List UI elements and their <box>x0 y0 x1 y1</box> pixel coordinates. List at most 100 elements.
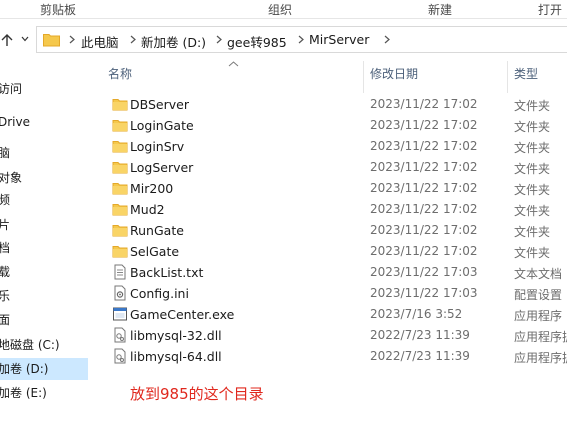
nav-item-drive-e[interactable]: 加卷 (E:) <box>0 382 88 404</box>
file-modified-date: 2023/11/22 17:02 <box>370 139 478 153</box>
chevron-right-icon[interactable] <box>215 35 223 44</box>
file-type: 应用程序扩 <box>514 330 567 344</box>
column-header-type[interactable]: 类型 <box>514 65 538 82</box>
ribbon-group-open: 打开 <box>538 3 563 17</box>
file-type: 文件夹 <box>514 183 551 197</box>
file-name: BackList.txt <box>130 265 204 280</box>
ribbon-group-clipboard: 剪贴板 <box>40 3 77 17</box>
breadcrumb-mirserver[interactable]: MirServer <box>309 32 369 47</box>
file-name: Mir200 <box>130 181 174 196</box>
file-modified-date: 2023/11/22 17:02 <box>370 244 478 258</box>
file-type: 文件夹 <box>514 99 551 113</box>
file-modified-date: 2023/11/22 17:03 <box>370 286 478 300</box>
nav-item-label: 加卷 (E:) <box>0 386 47 400</box>
file-type: 文件夹 <box>514 246 551 260</box>
nav-item-quick-access[interactable]: 访问 <box>0 78 88 100</box>
chevron-right-icon[interactable] <box>68 35 76 44</box>
nav-item-label: 载 <box>0 265 11 279</box>
file-row[interactable]: SelGate 2023/11/22 17:02 文件夹 <box>104 241 567 262</box>
file-row[interactable]: Mir200 2023/11/22 17:02 文件夹 <box>104 178 567 199</box>
file-modified-date: 2023/7/16 3:52 <box>370 307 463 321</box>
file-name: LoginGate <box>130 118 194 133</box>
folder-icon <box>112 141 128 153</box>
file-row[interactable]: LogServer 2023/11/22 17:02 文件夹 <box>104 157 567 178</box>
file-type: 文件夹 <box>514 120 551 134</box>
file-name: libmysql-32.dll <box>130 328 222 343</box>
ribbon-group-bar: 剪贴板 组织 新建 打开 <box>0 0 567 19</box>
file-type: 文件夹 <box>514 225 551 239</box>
file-name: Mud2 <box>130 202 165 217</box>
nav-item-videos[interactable]: 频 <box>0 189 88 211</box>
nav-item-label: Drive <box>0 115 30 129</box>
file-row[interactable]: libmysql-64.dll 2022/7/23 11:39 应用程序扩 <box>104 346 567 367</box>
config-file-icon <box>114 285 126 301</box>
dll-icon <box>114 327 126 343</box>
up-arrow-icon[interactable] <box>0 33 14 47</box>
file-row[interactable]: DBServer 2023/11/22 17:02 文件夹 <box>104 94 567 115</box>
file-type: 文本文档 <box>514 267 563 281</box>
folder-icon <box>43 34 60 47</box>
sort-ascending-icon <box>228 61 239 67</box>
nav-item-3d-objects[interactable]: 对象 <box>0 167 88 189</box>
file-row[interactable]: LoginGate 2023/11/22 17:02 文件夹 <box>104 115 567 136</box>
file-list: 名称 修改日期 类型 DBServer 2023/11/22 17:02 文件夹 Lo… <box>88 61 567 429</box>
file-row[interactable]: RunGate 2023/11/22 17:02 文件夹 <box>104 220 567 241</box>
breadcrumb-this-pc[interactable]: 此电脑 <box>81 32 119 51</box>
file-name: DBServer <box>130 97 189 112</box>
file-name: LoginSrv <box>130 139 185 154</box>
chevron-right-icon[interactable] <box>129 35 137 44</box>
column-header-modified[interactable]: 修改日期 <box>370 65 418 82</box>
folder-icon <box>112 162 128 174</box>
file-row[interactable]: Mud2 2023/11/22 17:02 文件夹 <box>104 199 567 220</box>
file-type: 应用程序扩 <box>514 351 567 365</box>
nav-item-onedrive[interactable]: Drive <box>0 111 88 133</box>
address-bar[interactable]: 此电脑 新加卷 (D:) gee转985 MirServer <box>36 26 567 53</box>
column-divider[interactable] <box>363 61 364 93</box>
nav-item-label: 面 <box>0 313 11 327</box>
file-modified-date: 2023/11/22 17:03 <box>370 265 478 279</box>
chevron-right-icon[interactable] <box>383 35 391 44</box>
file-row[interactable]: BackList.txt 2023/11/22 17:03 文本文档 <box>104 262 567 283</box>
file-modified-date: 2023/11/22 17:02 <box>370 202 478 216</box>
nav-item-desktop[interactable]: 面 <box>0 309 88 331</box>
breadcrumb-drive-d[interactable]: 新加卷 (D:) <box>141 32 206 51</box>
nav-item-label: 访问 <box>0 82 23 96</box>
file-type: 文件夹 <box>514 141 551 155</box>
nav-item-label: 档 <box>0 241 11 255</box>
nav-item-label: 加卷 (D:) <box>0 362 49 376</box>
file-name: RunGate <box>130 223 184 238</box>
file-modified-date: 2022/7/23 11:39 <box>370 328 470 342</box>
file-row[interactable]: Config.ini 2023/11/22 17:03 配置设置 <box>104 283 567 304</box>
file-name: LogServer <box>130 160 194 175</box>
column-divider[interactable] <box>507 61 508 93</box>
ribbon-group-organize: 组织 <box>268 3 293 17</box>
nav-item-drive-d[interactable]: 加卷 (D:) <box>0 358 88 380</box>
dll-icon <box>114 348 126 364</box>
exe-icon <box>113 307 127 321</box>
nav-item-documents[interactable]: 档 <box>0 237 88 259</box>
annotation-text: 放到985的这个目录 <box>130 385 264 403</box>
nav-item-label: 地磁盘 (C:) <box>0 338 60 352</box>
nav-item-pictures[interactable]: 片 <box>0 214 88 236</box>
file-row[interactable]: libmysql-32.dll 2022/7/23 11:39 应用程序扩 <box>104 325 567 346</box>
nav-item-label: 对象 <box>0 171 23 185</box>
breadcrumb-gee-folder[interactable]: gee转985 <box>227 32 287 51</box>
nav-item-label: 片 <box>0 218 11 232</box>
file-row[interactable]: GameCenter.exe 2023/7/16 3:52 应用程序 <box>104 304 567 325</box>
nav-item-downloads[interactable]: 载 <box>0 261 88 283</box>
folder-icon <box>112 204 128 216</box>
chevron-right-icon[interactable] <box>297 35 305 44</box>
nav-item-drive-c[interactable]: 地磁盘 (C:) <box>0 334 88 356</box>
folder-icon <box>112 246 128 258</box>
folder-icon <box>112 225 128 237</box>
file-row[interactable]: LoginSrv 2023/11/22 17:02 文件夹 <box>104 136 567 157</box>
recent-locations-chevron-icon[interactable] <box>20 34 30 44</box>
file-name: Config.ini <box>130 286 189 301</box>
nav-item-this-pc[interactable]: 脑 <box>0 142 88 164</box>
file-modified-date: 2023/11/22 17:02 <box>370 97 478 111</box>
file-name: SelGate <box>130 244 180 259</box>
nav-item-music[interactable]: 乐 <box>0 285 88 307</box>
file-modified-date: 2023/11/22 17:02 <box>370 118 478 132</box>
column-header-name[interactable]: 名称 <box>108 65 132 82</box>
file-modified-date: 2022/7/23 11:39 <box>370 349 470 363</box>
